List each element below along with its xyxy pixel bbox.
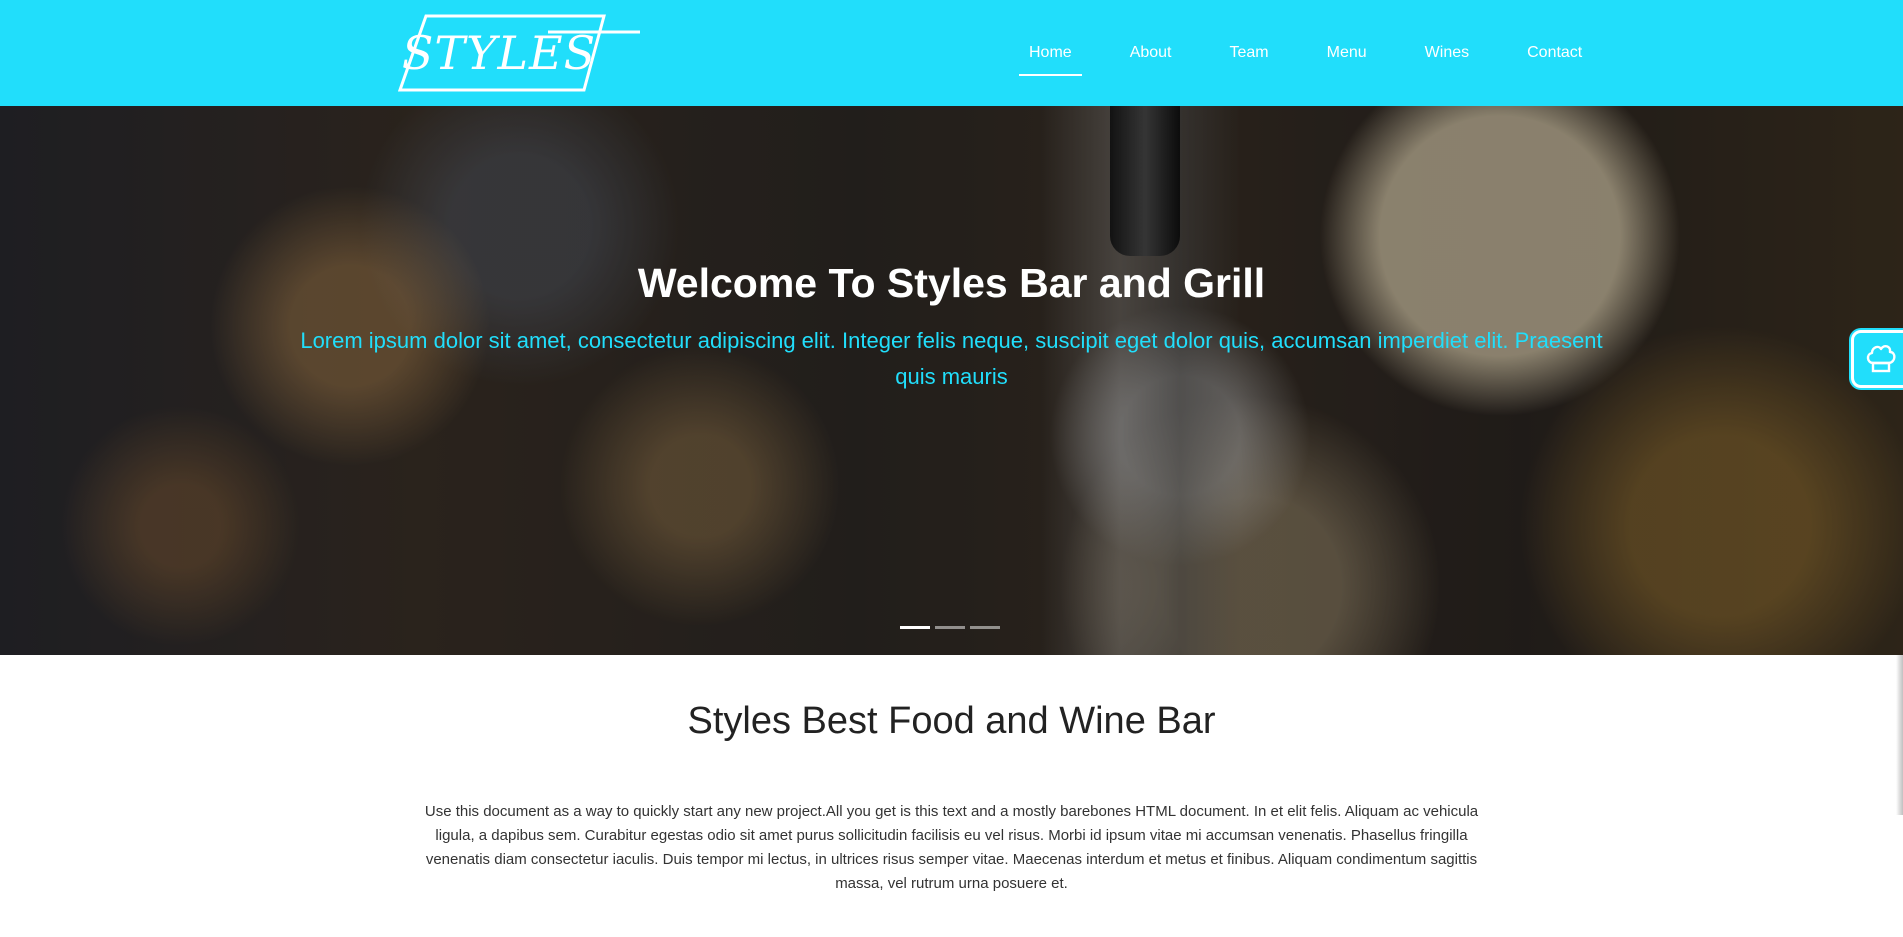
nav-about[interactable]: About [1120,30,1182,76]
chef-hat-icon [1866,344,1896,373]
chef-floating-button[interactable] [1851,330,1903,388]
section-paragraph: Use this document as a way to quickly st… [424,803,1479,892]
nav-home[interactable]: Home [1019,30,1082,76]
nav-contact[interactable]: Contact [1517,30,1592,76]
navbar: STYLES Home About Team Menu Wines Contac… [0,0,1903,106]
logo-text: STYLES [401,26,597,80]
main-nav: Home About Team Menu Wines Contact [1000,0,1611,106]
brand-logo[interactable]: STYLES [398,14,640,92]
hero-subtitle: Lorem ipsum dolor sit amet, consectetur … [300,328,1603,389]
scroll-edge-shadow [1896,655,1903,815]
nav-team[interactable]: Team [1220,30,1279,76]
hero-carousel: Welcome To Styles Bar and Grill Lorem ip… [0,106,1903,655]
carousel-indicator-2[interactable] [935,626,965,629]
carousel-indicator-1[interactable] [900,626,930,629]
nav-wines[interactable]: Wines [1415,30,1479,76]
carousel-indicators [900,626,1000,629]
carousel-indicator-3[interactable] [970,626,1000,629]
hero-title: Welcome To Styles Bar and Grill [637,260,1266,306]
nav-menu[interactable]: Menu [1317,30,1377,76]
section-title: Styles Best Food and Wine Bar [687,700,1216,742]
